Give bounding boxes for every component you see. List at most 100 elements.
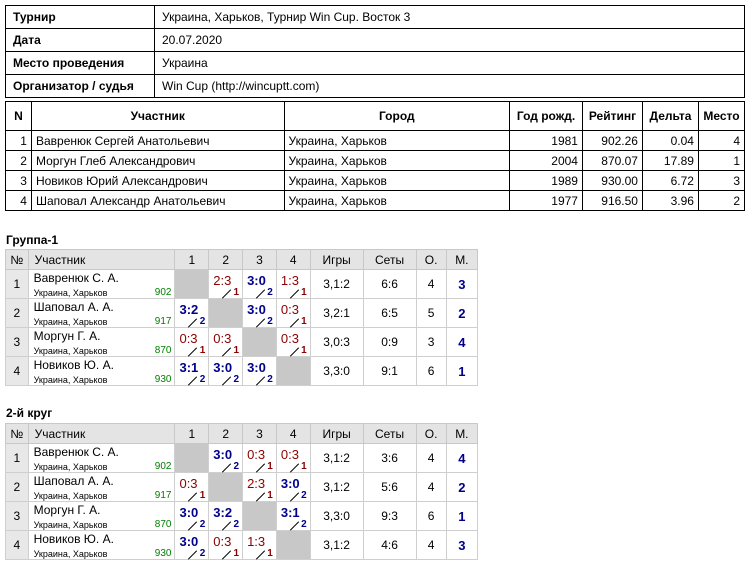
games-cell: 3,1:2	[309, 472, 364, 502]
match-score-cell: 3:1 2	[275, 501, 311, 531]
sets-cell: 4:6	[362, 530, 417, 560]
match-score-cell: 1:3 1	[242, 530, 277, 560]
self-match-cell	[208, 298, 244, 328]
match-score: 3:0	[247, 273, 266, 288]
match-score-cell: 3:1 2	[174, 356, 210, 386]
player-cell: Новиков Ю. А. Украина, Харьков 930	[27, 356, 176, 386]
participant-name: Вавренюк Сергей Анатольевич	[30, 130, 285, 151]
score-divider	[289, 492, 299, 502]
sets-cell: 9:3	[362, 501, 417, 531]
participant-rating: 916.50	[581, 190, 643, 211]
games-cell: 3,0:3	[309, 327, 364, 357]
match-points: 2	[267, 316, 273, 327]
self-match-cell	[242, 501, 277, 531]
table-row: 2 Шаповал А. А. Украина, Харьков 917 3:2 2 3:0…	[5, 298, 479, 328]
player-cell: Моргун Г. А. Украина, Харьков 870	[27, 501, 176, 531]
info-row: Дата 20.07.2020	[5, 28, 745, 52]
group-header-row: № Участник 1 2 3 4 Игры Сеты О. М.	[5, 423, 479, 444]
match-score: 0:3	[280, 331, 299, 346]
match-points: 2	[233, 519, 240, 530]
table-row: 4 Новиков Ю. А. Украина, Харьков 930 3:0 2 0:3…	[5, 530, 479, 560]
group-col-header: 1	[174, 249, 210, 270]
player-cell: Шаповал А. А. Украина, Харьков 917	[27, 298, 176, 328]
match-points: 2	[199, 519, 206, 530]
player-name: Моргун Г. А.	[33, 503, 101, 517]
score-divider	[188, 376, 198, 386]
match-score: 0:3	[179, 476, 198, 491]
points-cell: 3	[415, 327, 447, 357]
match-score-cell: 3:2 2	[174, 298, 210, 328]
points-cell: 4	[415, 269, 447, 299]
participant-number: 1	[5, 130, 32, 151]
participant-number: 2	[5, 150, 32, 171]
player-city: Украина, Харьков	[33, 317, 108, 327]
score-divider	[188, 521, 198, 531]
match-score-cell: 3:0 2	[208, 356, 244, 386]
tournament-info-table: Турнир Украина, Харьков, Турнир Win Cup. …	[5, 5, 745, 98]
points-cell: 4	[415, 443, 447, 473]
player-rating: 870	[154, 519, 172, 530]
match-score: 3:0	[213, 360, 233, 375]
group-col-header: 3	[242, 249, 277, 270]
player-cell: Вавренюк С. А. Украина, Харьков 902	[27, 269, 176, 299]
score-divider	[222, 289, 232, 299]
match-points: 1	[199, 345, 206, 356]
info-key: Организатор / судья	[5, 74, 155, 98]
match-score-cell: 3:0 2	[174, 530, 210, 560]
participant-delta: 17.89	[641, 150, 699, 171]
info-value: Win Cup (http://wincuptt.com)	[154, 74, 745, 98]
player-cell: Новиков Ю. А. Украина, Харьков 930	[27, 530, 176, 560]
score-divider	[222, 550, 232, 560]
match-points: 2	[301, 519, 307, 530]
group-table: № Участник 1 2 3 4 Игры Сеты О. М. 1 Вавренюк С. А.…	[5, 423, 479, 560]
participant-place: 2	[697, 190, 746, 211]
games-cell: 3,3:0	[309, 356, 364, 386]
score-divider	[188, 318, 198, 328]
player-name: Моргун Г. А.	[33, 329, 101, 343]
match-score-cell: 3:0 2	[208, 443, 244, 473]
group-header-row: № Участник 1 2 3 4 Игры Сеты О. М.	[5, 249, 479, 270]
match-score: 0:3	[247, 447, 266, 462]
row-number: 2	[5, 298, 29, 328]
info-key: Место проведения	[5, 51, 155, 75]
self-match-cell	[208, 472, 244, 502]
group-col-header: М.	[445, 423, 479, 444]
match-score: 3:0	[213, 447, 233, 462]
participant-delta: 6.72	[641, 170, 699, 191]
match-points: 2	[233, 461, 240, 472]
match-points: 1	[301, 345, 307, 356]
group-col-header: 1	[174, 423, 210, 444]
row-number: 4	[5, 530, 29, 560]
score-divider	[289, 347, 299, 357]
player-city: Украина, Харьков	[33, 375, 108, 385]
participant-birth-year: 1977	[509, 190, 583, 211]
points-cell: 4	[415, 530, 447, 560]
group-col-header: 2	[208, 423, 244, 444]
player-rating: 902	[154, 287, 172, 298]
match-points: 2	[199, 548, 206, 559]
sets-cell: 6:5	[362, 298, 417, 328]
table-row: 3 Новиков Юрий Александрович Украина, Харь…	[5, 170, 746, 191]
table-row: 4 Новиков Ю. А. Украина, Харьков 930 3:1 2 3:0…	[5, 356, 479, 386]
table-row: 1 Вавренюк Сергей Анатольевич Украина, Хар…	[5, 130, 746, 151]
self-match-cell	[275, 356, 311, 386]
player-cell: Моргун Г. А. Украина, Харьков 870	[27, 327, 176, 357]
match-points: 1	[301, 461, 307, 472]
player-city: Украина, Харьков	[33, 462, 108, 472]
match-points: 2	[267, 374, 273, 385]
player-rating: 870	[154, 345, 172, 356]
match-score-cell: 3:0 2	[242, 298, 277, 328]
participant-rating: 870.07	[581, 150, 643, 171]
match-score: 3:1	[280, 505, 300, 520]
match-score: 1:3	[247, 534, 266, 549]
group-col-header: Сеты	[362, 423, 417, 444]
participant-place: 4	[697, 130, 746, 151]
player-name: Шаповал А. А.	[33, 300, 114, 314]
player-rating: 930	[154, 374, 172, 385]
match-score: 1:3	[280, 273, 299, 288]
player-rating: 917	[154, 490, 172, 501]
participant-city: Украина, Харьков	[283, 150, 511, 171]
match-score: 0:3	[179, 331, 198, 346]
info-value: Украина	[154, 51, 745, 75]
table-row: 4 Шаповал Александр Анатольевич Украина, Х…	[5, 190, 746, 211]
